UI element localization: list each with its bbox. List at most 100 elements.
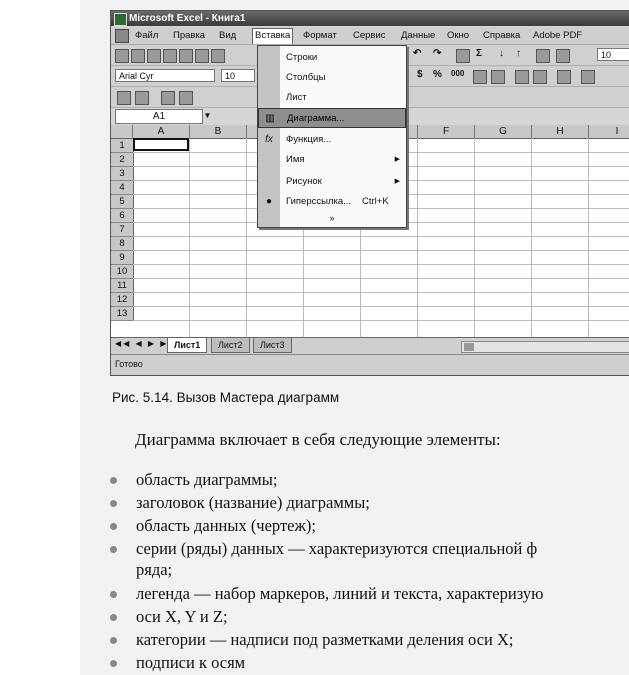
bullet-icon [110,477,117,484]
grid-line [531,138,532,337]
menu-insert[interactable]: Вставка [252,28,294,44]
borders-icon[interactable] [557,70,571,84]
sheet-tab-3[interactable]: Лист3 [253,338,292,353]
bullet-icon [110,546,117,553]
currency-icon[interactable]: $ [417,69,423,80]
column-header[interactable]: H [532,125,589,138]
menu-item-picture[interactable]: Рисунок ▶ [258,172,406,192]
drawing-icon[interactable] [556,49,570,63]
row-header[interactable]: 2 [111,153,134,167]
save-icon[interactable] [147,49,161,63]
fill-color-icon[interactable] [581,70,595,84]
decrease-decimal-icon[interactable] [491,70,505,84]
permission-icon[interactable] [163,49,177,63]
title-bar: Microsoft Excel - Книга1 [111,11,629,26]
refresh-icon[interactable] [161,91,175,105]
row-header[interactable]: 7 [111,223,134,237]
select-all-corner[interactable] [111,125,133,138]
row-header[interactable]: 11 [111,279,134,293]
menu-item-label: Рисунок [286,176,322,187]
undo-icon[interactable]: ↶ [413,48,421,59]
menu-bar: Файл Правка Вид Вставка Формат Сервис Да… [111,27,629,45]
menu-item-sheet[interactable]: Лист [258,88,406,108]
sheet-tab-2[interactable]: Лист2 [211,338,250,353]
column-header[interactable]: B [190,125,247,138]
menu-tools[interactable]: Сервис [351,29,388,42]
pivot-field-icon[interactable] [135,91,149,105]
name-box[interactable]: A1 [115,109,203,124]
figure-caption: Рис. 5.14. Вызов Мастера диаграмм [112,390,340,405]
row-header[interactable]: 10 [111,265,134,279]
menu-item-name[interactable]: Имя ▶ [258,150,406,170]
scroll-thumb[interactable] [464,343,474,351]
pivot-icon[interactable] [117,91,131,105]
menu-format[interactable]: Формат [301,29,339,42]
bullet-icon [110,614,117,621]
sort-asc-icon[interactable]: ↓ [499,48,504,59]
menu-adobe-pdf[interactable]: Adobe PDF [531,29,584,42]
thousands-icon[interactable]: 000 [451,69,464,78]
menu-item-hyperlink[interactable]: ● Гиперссылка... Ctrl+K [258,192,406,212]
menu-item-label: Столбцы [286,72,326,83]
grid-line [133,278,629,279]
workbook-icon[interactable] [115,29,129,43]
sort-desc-icon[interactable]: ↑ [516,48,521,59]
percent-icon[interactable]: % [433,69,442,80]
menu-edit[interactable]: Правка [171,29,207,42]
menu-file[interactable]: Файл [133,29,160,42]
row-header[interactable]: 13 [111,307,134,321]
print-icon[interactable] [179,49,193,63]
row-header[interactable]: 9 [111,251,134,265]
spelling-icon[interactable] [211,49,225,63]
insert-menu-dropdown: Строки Столбцы Лист ▥ Диаграмма... fx Фу… [257,45,407,228]
open-icon[interactable] [131,49,145,63]
font-name-box[interactable]: Arial Cyr [115,69,215,82]
font-size-box[interactable]: 10 [221,69,255,82]
preview-icon[interactable] [195,49,209,63]
pivot-options-icon[interactable] [179,91,193,105]
row-header[interactable]: 8 [111,237,134,251]
row-header[interactable]: 4 [111,181,134,195]
row-header[interactable]: 5 [111,195,134,209]
menu-item-function[interactable]: fx Функция... [258,130,406,150]
row-header[interactable]: 12 [111,293,134,307]
list-item-text: подписи к осям [136,653,246,672]
menu-help[interactable]: Справка [481,29,522,42]
bullet-icon [110,591,117,598]
expand-menu-icon[interactable]: » [258,211,406,225]
column-header[interactable]: I [589,125,629,138]
sheet-tab-1[interactable]: Лист1 [167,338,208,353]
list-item-text: оси X, Y и Z; [136,607,228,626]
list-item-text: область данных (чертеж); [136,516,316,535]
menu-view[interactable]: Вид [217,29,238,42]
grid-line [474,138,475,337]
column-header[interactable]: G [475,125,532,138]
increase-indent-icon[interactable] [533,70,547,84]
autosum-icon[interactable]: Σ [476,48,482,59]
menu-window[interactable]: Окно [445,29,471,42]
menu-item-columns[interactable]: Столбцы [258,68,406,88]
menu-item-chart[interactable]: ▥ Диаграмма... [258,108,406,128]
chevron-down-icon[interactable]: ▼ [202,109,213,122]
column-header[interactable]: F [418,125,475,138]
bullet-icon [110,637,117,644]
chart-wizard-icon[interactable] [536,49,550,63]
row-header[interactable]: 6 [111,209,134,223]
increase-decimal-icon[interactable] [473,70,487,84]
menu-data[interactable]: Данные [399,29,437,42]
decrease-indent-icon[interactable] [515,70,529,84]
active-cell[interactable] [133,138,189,151]
menu-item-rows[interactable]: Строки [258,48,406,68]
column-header[interactable]: A [133,125,190,138]
horizontal-scrollbar[interactable] [461,341,629,353]
grid-line [133,264,629,265]
redo-icon[interactable]: ↷ [433,48,441,59]
row-header[interactable]: 3 [111,167,134,181]
grid-line [133,320,629,321]
zoom-box[interactable]: 10 [597,48,629,61]
list-item-text: серии (ряды) данных — характеризуются сп… [136,539,538,558]
hyperlink-toolbar-icon[interactable] [456,49,470,63]
list-item-text: категории — надписи под разметками делен… [136,630,514,649]
row-header[interactable]: 1 [111,139,134,153]
new-icon[interactable] [115,49,129,63]
